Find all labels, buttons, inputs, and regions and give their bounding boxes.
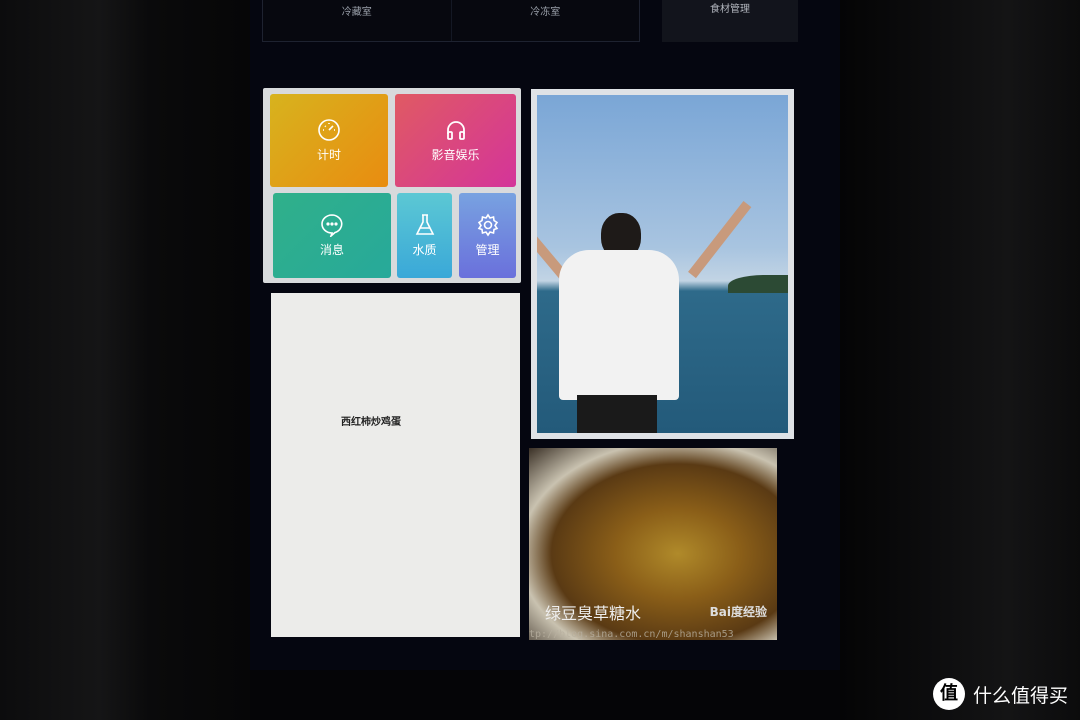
fridge-frame-right [840,0,1080,720]
recipe-card[interactable]: 西红柿炒鸡蛋 [271,293,520,637]
compartment-tabs: 冷藏室 冷冻室 [262,0,640,42]
recipe-title: 西红柿炒鸡蛋 [341,417,401,428]
food-management-button[interactable]: 食材管理 [662,0,798,42]
watermark-logo: 值 [932,678,965,710]
gear-icon [477,213,498,237]
tile-label: 计时 [316,148,341,162]
tile-label: 管理 [475,243,500,257]
baidu-jingyan-logo: Bai度经验 [709,605,767,619]
app-tiles: 计时 影音娱乐 消息 水质 管理 [263,88,521,283]
tile-label: 水质 [412,243,437,257]
tab-fridge[interactable]: 冷藏室 [263,0,451,41]
tile-water-quality[interactable]: 水质 [397,193,452,278]
tile-timer[interactable]: 计时 [270,94,388,187]
photo-frame[interactable] [531,89,794,439]
source-url: tp://blog.sina.com.cn/m/shanshan53 [529,629,734,640]
tile-media[interactable]: 影音娱乐 [395,94,516,187]
flask-icon [415,214,434,235]
headphones-icon [446,121,465,140]
photo-man-by-sea [537,95,788,433]
food-title: 绿豆臭草糖水 [545,604,642,623]
tab-freezer[interactable]: 冷冻室 [450,0,640,41]
watermark-text: 什么值得买 [972,684,1068,707]
tile-management[interactable]: 管理 [459,193,516,278]
tile-label: 影音娱乐 [431,148,480,162]
tile-label: 消息 [319,243,344,257]
gauge-icon [318,119,340,141]
tile-messages[interactable]: 消息 [273,193,391,278]
fridge-frame-left [0,0,250,720]
recipe-photo-card[interactable]: 绿豆臭草糖水 Bai度经验 tp://blog.sina.com.cn/m/sh… [529,448,777,640]
chat-bubble-icon [321,214,343,237]
watermark: 值 什么值得买 [932,678,1068,710]
